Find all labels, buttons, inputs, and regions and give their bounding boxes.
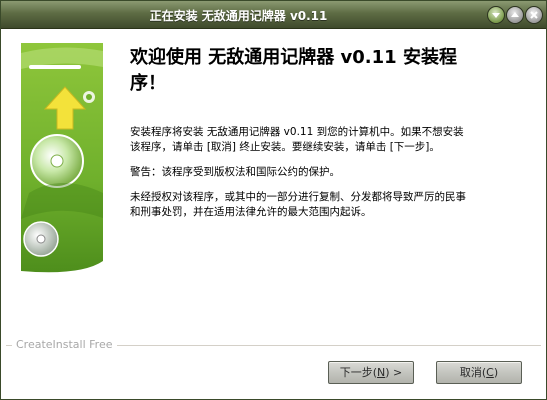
window-title: 正在安装 无敌通用记牌器 v0.11 bbox=[149, 9, 328, 23]
install-intro-text: 安装程序将安装 无敌通用记牌器 v0.11 到您的计算机中。如果不想安装 该程序… bbox=[130, 125, 534, 155]
cancel-button[interactable]: 取消(C) bbox=[436, 361, 522, 384]
next-button[interactable]: 下一步(N) > bbox=[328, 361, 414, 384]
welcome-heading: 欢迎使用 无敌通用记牌器 v0.11 安装程 序！ bbox=[130, 45, 530, 97]
next-button-hotkey: N bbox=[377, 366, 386, 379]
legal-line-1: 未经授权对该程序，或其中的一部分进行复制、分发都将导致严厉的民事 bbox=[130, 191, 466, 203]
heading-line-1: 欢迎使用 无敌通用记牌器 v0.11 安装程 bbox=[130, 47, 457, 68]
close-icon[interactable] bbox=[525, 6, 543, 24]
installer-banner-image bbox=[21, 43, 103, 276]
installer-window: 正在安装 无敌通用记牌器 v0.11 欢迎使用 无敌通用记牌器 v0.11 安装… bbox=[0, 0, 547, 400]
copyright-warning-text: 警告：该程序受到版权法和国际公约的保护。 bbox=[130, 166, 340, 178]
restore-icon[interactable] bbox=[506, 6, 524, 24]
minimize-icon[interactable] bbox=[487, 6, 505, 24]
cancel-button-suffix: ) bbox=[493, 366, 499, 379]
cancel-button-label: 取消( bbox=[459, 366, 487, 379]
intro-line-2: 该程序，请单击 [取消] 终止安装。要继续安装，请单击 [下一步]。 bbox=[130, 141, 440, 153]
legal-line-2: 和刑事处罚，并在适用法律允许的最大范围内起诉。 bbox=[130, 206, 372, 218]
brand-label: CreateInstall Free bbox=[12, 338, 117, 351]
intro-line-1: 安装程序将安装 无敌通用记牌器 v0.11 到您的计算机中。如果不想安装 bbox=[130, 126, 464, 138]
legal-notice-text: 未经授权对该程序，或其中的一部分进行复制、分发都将导致严厉的民事 和刑事处罚，并… bbox=[130, 190, 534, 220]
next-button-suffix: ) > bbox=[385, 366, 403, 379]
cancel-button-hotkey: C bbox=[486, 366, 494, 379]
next-button-label: 下一步( bbox=[339, 366, 378, 379]
heading-line-2: 序！ bbox=[130, 73, 166, 94]
title-bar[interactable]: 正在安装 无敌通用记牌器 v0.11 bbox=[1, 1, 546, 29]
